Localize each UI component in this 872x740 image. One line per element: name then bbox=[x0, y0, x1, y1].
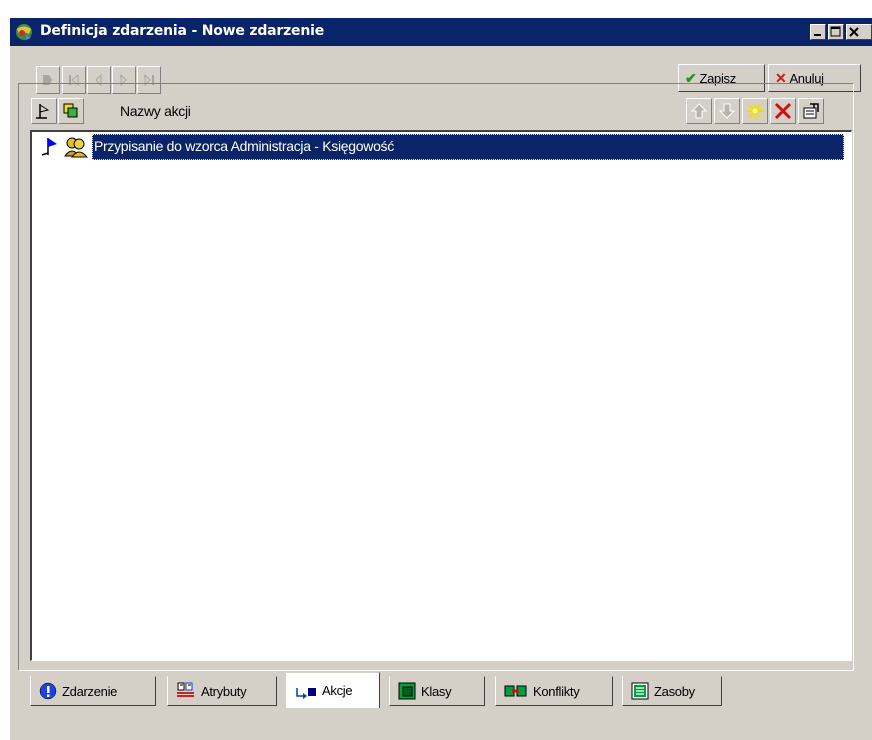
close-icon bbox=[849, 27, 859, 37]
users-template-icon bbox=[64, 137, 88, 158]
maximize-icon bbox=[830, 26, 841, 37]
action-name: Przypisanie do wzorca Administracja - Ks… bbox=[94, 138, 394, 154]
new-star-icon bbox=[747, 103, 763, 119]
close-button[interactable] bbox=[846, 24, 872, 40]
move-down-button[interactable] bbox=[714, 98, 740, 124]
class-box-icon bbox=[398, 682, 416, 700]
copy-column-button[interactable] bbox=[58, 98, 84, 124]
copy-icon bbox=[63, 103, 78, 118]
maximize-button[interactable] bbox=[828, 24, 844, 40]
title-bar[interactable]: Definicja zdarzenia - Nowe zdarzenie bbox=[10, 18, 872, 46]
delete-cross-icon bbox=[774, 102, 792, 120]
actions-list[interactable]: Przypisanie do wzorca Administracja - Ks… bbox=[30, 130, 852, 661]
tab-strip: Zdarzenie Atrybuty Akcje Klasy Konflikty… bbox=[18, 672, 854, 712]
tab-label: Klasy bbox=[421, 683, 452, 699]
column-title: Nazwy akcji bbox=[120, 103, 191, 119]
tab-label: Zdarzenie bbox=[62, 683, 118, 699]
app-icon bbox=[16, 24, 32, 40]
tab-label: Atrybuty bbox=[201, 683, 247, 699]
tab-klasy[interactable]: Klasy bbox=[389, 676, 485, 706]
exclamation-icon bbox=[39, 682, 57, 700]
conflict-icon bbox=[504, 685, 527, 697]
properties-icon bbox=[803, 103, 819, 119]
tab-zdarzenie[interactable]: Zdarzenie bbox=[30, 676, 156, 706]
window-title: Definicja zdarzenia - Nowe zdarzenie bbox=[40, 23, 324, 39]
action-arrow-icon bbox=[296, 687, 316, 699]
flag-icon bbox=[36, 104, 50, 119]
resources-icon bbox=[631, 682, 649, 700]
list-item[interactable]: Przypisanie do wzorca Administracja - Ks… bbox=[32, 134, 852, 160]
tab-label: Konflikty bbox=[533, 683, 580, 699]
properties-button[interactable] bbox=[798, 98, 824, 124]
move-up-button[interactable] bbox=[686, 98, 712, 124]
arrow-down-icon bbox=[718, 103, 736, 119]
minimize-button[interactable] bbox=[810, 24, 826, 40]
minimize-icon bbox=[814, 34, 821, 36]
tab-label: Akcje bbox=[322, 683, 353, 698]
flag-icon bbox=[41, 138, 57, 156]
selection-highlight: Przypisanie do wzorca Administracja - Ks… bbox=[92, 134, 844, 160]
delete-action-button[interactable] bbox=[770, 98, 796, 124]
flag-column-button[interactable] bbox=[31, 98, 57, 124]
tab-label: Zasoby bbox=[654, 683, 695, 699]
add-action-button[interactable] bbox=[742, 98, 768, 124]
tab-akcje[interactable]: Akcje bbox=[286, 672, 380, 708]
tab-atrybuty[interactable]: Atrybuty bbox=[167, 676, 277, 706]
list-header: Nazwy akcji bbox=[30, 96, 852, 127]
attributes-icon bbox=[177, 682, 194, 697]
tab-konflikty[interactable]: Konflikty bbox=[495, 676, 613, 706]
tab-zasoby[interactable]: Zasoby bbox=[622, 676, 722, 706]
arrow-up-icon bbox=[690, 103, 708, 119]
